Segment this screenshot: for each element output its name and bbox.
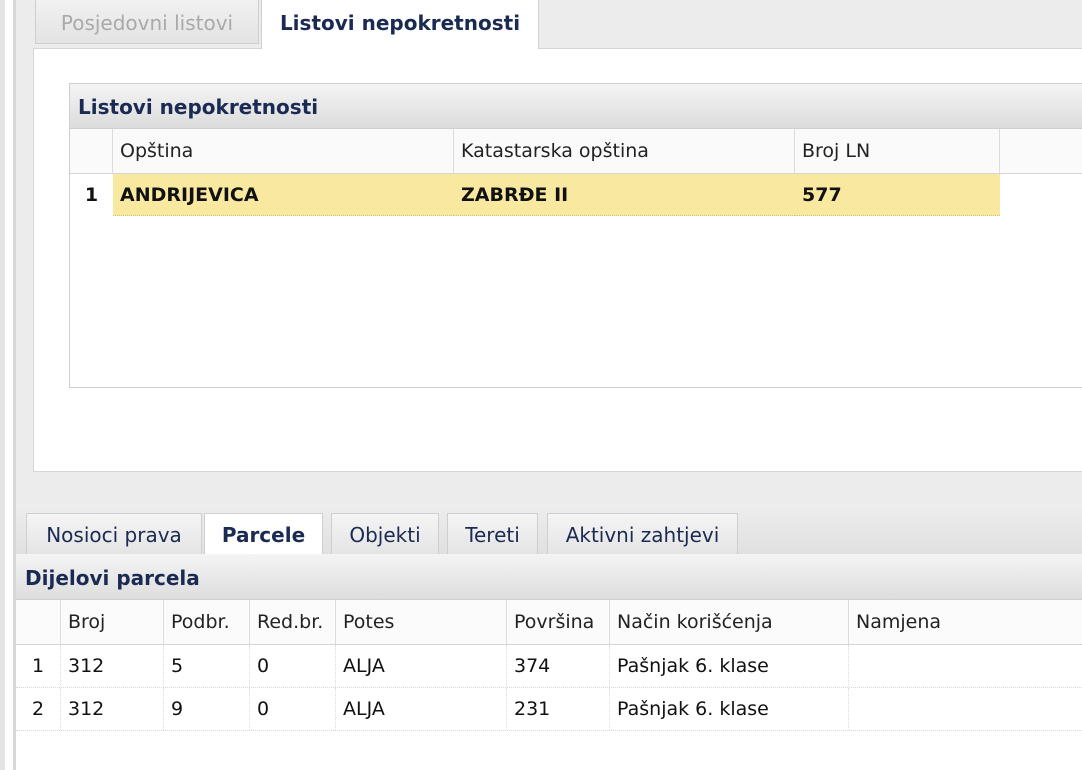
column-header-povrsina[interactable]: Površina [507,600,610,644]
row-number: 1 [84,184,99,206]
column-header-opstina[interactable]: Opština [113,129,454,173]
upper-panel: Posjedovni listovi Listovi nepokretnosti… [16,0,1082,503]
table-row[interactable]: 1 312 5 0 ALJA 374 Pašnjak 6. klase [16,645,1082,688]
cell-redbr[interactable]: 0 [250,645,336,687]
cell-potes[interactable]: ALJA [336,645,507,687]
cell-katastarska-opstina[interactable]: ZABRĐE II [454,174,795,216]
column-header-podbr[interactable]: Podbr. [164,600,250,644]
column-header-namjena[interactable]: Namjena [849,600,1082,644]
header-rownum [70,129,113,173]
cell-namjena[interactable] [849,645,1082,687]
upper-tab-content: Listovi nepokretnosti Opština Katastarsk… [33,48,1082,472]
cell-podbr[interactable]: 5 [164,645,250,687]
row-number: 1 [16,645,61,687]
tab-objekti[interactable]: Objekti [331,513,439,554]
column-header-potes[interactable]: Potes [336,600,507,644]
grid-title: Listovi nepokretnosti [70,84,1082,129]
lower-panel: Nosioci prava Parcele Objekti Tereti Akt… [16,503,1082,770]
tab-nosioci-prava[interactable]: Nosioci prava [26,513,202,554]
lower-tab-bar: Nosioci prava Parcele Objekti Tereti Akt… [16,503,1082,554]
tab-posjedovni-listovi[interactable]: Posjedovni listovi [35,0,259,44]
cell-opstina[interactable]: ANDRIJEVICA [113,174,454,216]
grid-header-row: Broj Podbr. Red.br. Potes Površina Način… [16,600,1082,645]
column-header-katastarska-opstina[interactable]: Katastarska opština [454,129,795,173]
grid-header-row: Opština Katastarska opština Broj LN [70,129,1082,174]
row-number: 2 [16,688,61,730]
column-header-nacin-koriscenja[interactable]: Način korišćenja [610,600,849,644]
tab-listovi-nepokretnosti[interactable]: Listovi nepokretnosti [261,0,539,49]
cell-nacin-koriscenja[interactable]: Pašnjak 6. klase [610,645,849,687]
cell-namjena[interactable] [849,688,1082,730]
cell-broj[interactable]: 312 [61,688,164,730]
cell-broj[interactable]: 312 [61,645,164,687]
cell-potes[interactable]: ALJA [336,688,507,730]
column-header-redbr[interactable]: Red.br. [250,600,336,644]
cell-povrsina[interactable]: 374 [507,645,610,687]
cell-broj-ln[interactable]: 577 [795,174,1000,216]
tab-aktivni-zahtjevi[interactable]: Aktivni zahtjevi [547,513,738,554]
cell-povrsina[interactable]: 231 [507,688,610,730]
cell-nacin-koriscenja[interactable]: Pašnjak 6. klase [610,688,849,730]
upper-tab-bar: Posjedovni listovi Listovi nepokretnosti [35,0,1082,49]
column-header-broj[interactable]: Broj [61,600,164,644]
left-edge-bar [0,0,5,770]
cell-podbr[interactable]: 9 [164,688,250,730]
tab-tereti[interactable]: Tereti [447,513,538,554]
header-rownum [16,600,61,644]
table-row[interactable]: 2 312 9 0 ALJA 231 Pašnjak 6. klase [16,688,1082,731]
cell-redbr[interactable]: 0 [250,688,336,730]
listovi-nepokretnosti-grid: Listovi nepokretnosti Opština Katastarsk… [69,83,1082,388]
dijelovi-parcela-title: Dijelovi parcela [16,554,1082,600]
tab-parcele[interactable]: Parcele [204,513,323,554]
column-header-broj-ln[interactable]: Broj LN [795,129,1000,173]
dijelovi-parcela-grid: Broj Podbr. Red.br. Potes Površina Način… [16,600,1082,731]
table-row[interactable]: 1 ANDRIJEVICA ZABRĐE II 577 [70,174,1082,216]
